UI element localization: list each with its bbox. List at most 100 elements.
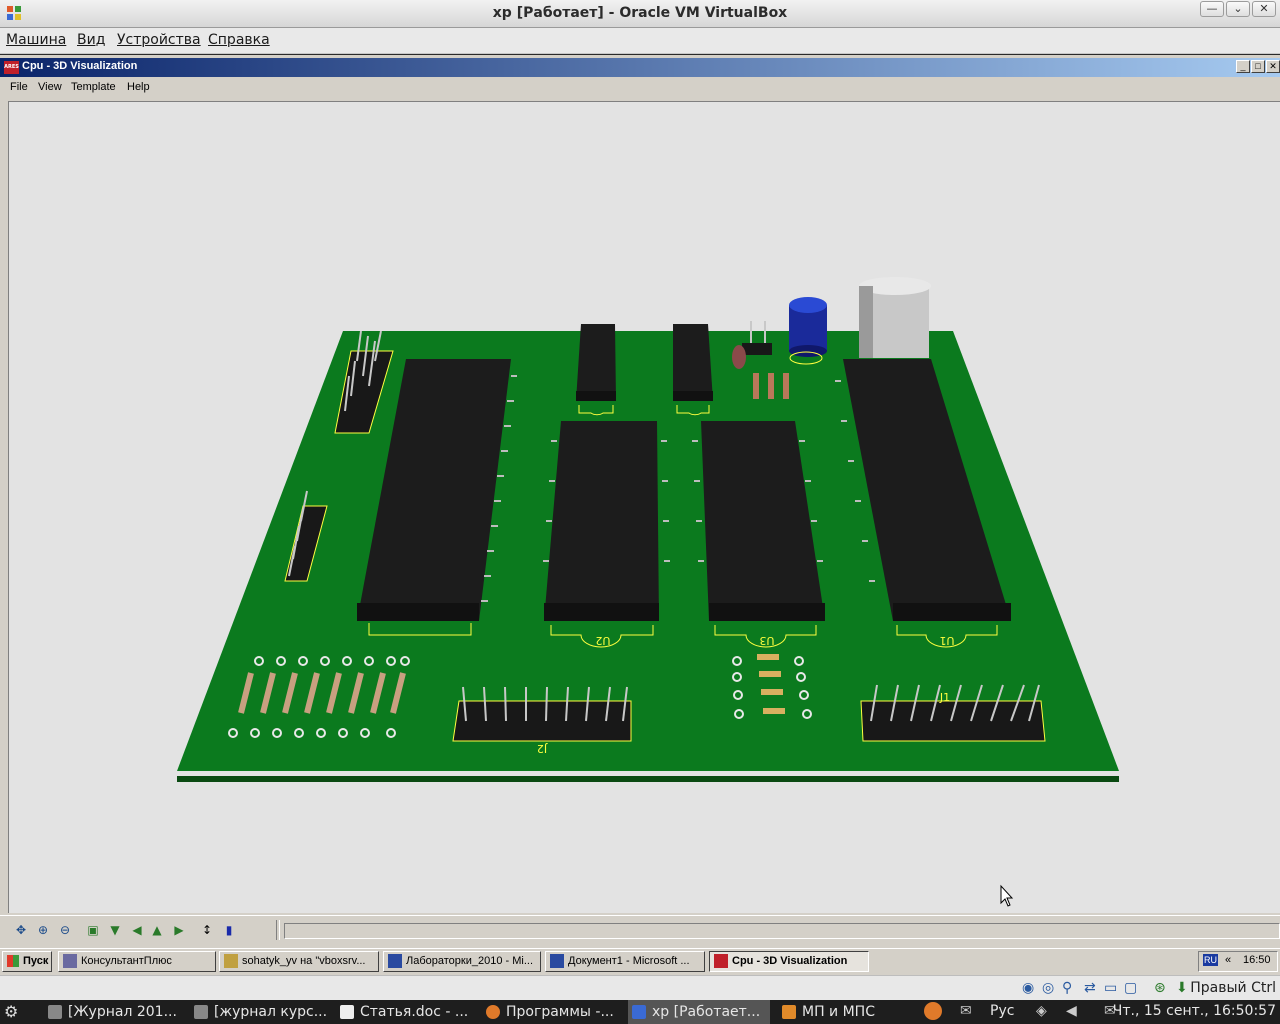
view-up-icon[interactable]: ▲ [148,921,166,939]
ic-u2: U2 [543,421,670,648]
word-icon [550,954,564,968]
folder-icon [782,1005,796,1019]
hdd-icon: ◉ [1022,980,1035,996]
folder-icon [224,954,238,968]
host-task-article[interactable]: Статья.doc - ... [336,1000,472,1024]
host-taskbar: ⚙ [Журнал 201... [журнал курс... Статья.… [0,1000,1280,1024]
label-j2: J2 [537,742,548,755]
label-u1: U1 [939,634,954,647]
host-language-indicator[interactable]: Рус [990,1003,1014,1019]
mouse-cursor [1000,884,1014,907]
host-task-label: МП и МПС [802,1004,875,1020]
host-task-folder[interactable]: МП и МПС [778,1000,898,1024]
document-icon [48,1005,62,1019]
app-window-title: Cpu - 3D Visualization [22,60,138,72]
document-icon [194,1005,208,1019]
start-label: Пуск [23,955,49,967]
host-menubar: Машина Вид Устройства Справка [0,28,1280,54]
host-close-button[interactable]: ✕ [1252,1,1276,17]
host-restore-button[interactable]: ⌄ [1226,1,1250,17]
host-minimize-button[interactable]: — [1200,1,1224,17]
volume-icon[interactable]: ◀ [1066,1003,1077,1019]
label-u3: U3 [759,634,774,647]
capacitor-electrolytic [789,297,827,365]
xp-task-cpu-3d[interactable]: Cpu - 3D Visualization [709,951,869,972]
host-task-label: [журнал курс... [214,1004,326,1020]
xp-task-document[interactable]: Документ1 - Microsoft ... [545,951,705,972]
cd-icon: ◎ [1042,980,1055,996]
host-menu-devices[interactable]: Устройства [117,32,201,48]
host-task-label: [Журнал 201... [68,1004,177,1020]
host-indicator-bar: ◉ ◎ ⚲ ▭ ⇄ ▢ ⊛ ⬇ Правый Ctrl [0,975,1280,1000]
xp-task-label: Лабораторки_2010 - Mi... [406,955,533,967]
app-icon [63,954,77,968]
height-icon[interactable]: ↕ [198,921,216,939]
virtualbox-icon [632,1005,646,1019]
host-titlebar: xp [Работает] - Oracle VM VirtualBox — ⌄… [0,0,1280,28]
app-maximize-button[interactable]: □ [1251,60,1265,73]
network-tray-icon[interactable]: ◈ [1036,1003,1047,1019]
tray-expand-button[interactable]: « [1225,954,1231,966]
host-task-journal-2[interactable]: [журнал курс... [190,1000,326,1024]
xp-task-label: Cpu - 3D Visualization [732,955,848,967]
xp-task-label: КонсультантПлюс [81,955,172,967]
mouse-integration-icon: ⊛ [1154,980,1166,996]
menu-help[interactable]: Help [127,81,150,93]
zoom-in-icon[interactable]: ⊕ [34,921,52,939]
host-task-label: Статья.doc - ... [360,1004,469,1020]
host-task-virtualbox[interactable]: xp [Работает... [628,1000,770,1024]
display-icon: ▢ [1124,980,1138,996]
guest-screen: ARES Cpu - 3D Visualization _ □ ✕ File V… [0,55,1280,975]
language-indicator[interactable]: RU [1203,954,1218,966]
host-menu-view[interactable]: Вид [77,32,105,48]
xp-clock: 16:50 [1243,954,1271,966]
rotate-left-icon[interactable]: ◀ [128,921,146,939]
xp-task-label: Документ1 - Microsoft ... [568,955,690,967]
app-menubar: File View Template Help [0,77,1280,97]
capacitor-ceramic [732,345,746,369]
xp-taskbar: Пуск КонсультантПлюс sohatyk_yv на "vbox… [0,948,1280,973]
xp-task-consultant[interactable]: КонсультантПлюс [58,951,216,972]
3d-viewport[interactable]: U2 U3 U1 J2 J1 [8,101,1280,913]
crystal-oscillator [859,277,931,358]
menu-file[interactable]: File [10,81,28,93]
pcb-board-edge [177,776,1119,782]
arrow-down-icon: ⬇ [1176,980,1188,996]
firefox-tray-icon[interactable] [924,1002,942,1020]
app-close-button[interactable]: ✕ [1266,60,1280,73]
host-task-label: Программы -... [506,1004,614,1020]
host-clock: Чт., 15 сент., 16:50:57 [1112,1003,1276,1019]
monitor-icon[interactable]: ▮ [220,921,238,939]
app-titlebar: ARES Cpu - 3D Visualization _ □ ✕ [0,58,1280,77]
status-field [284,923,1280,939]
ares-icon: ARES [4,61,19,74]
view-front-icon[interactable]: ▼ [106,921,124,939]
app-minimize-button[interactable]: _ [1236,60,1250,73]
gear-icon[interactable]: ⚙ [4,1002,18,1021]
host-task-label: xp [Работает... [652,1004,761,1020]
firefox-icon [486,1005,500,1019]
pan-icon[interactable]: ✥ [12,921,30,939]
view-top-icon[interactable]: ▣ [84,921,102,939]
host-task-journal-1[interactable]: [Журнал 201... [44,1000,178,1024]
rotate-right-icon[interactable]: ▶ [170,921,188,939]
mail-tray-icon[interactable]: ✉ [960,1003,972,1019]
xp-task-vboxsrv[interactable]: sohatyk_yv на "vboxsrv... [219,951,379,972]
start-button[interactable]: Пуск [2,951,52,972]
host-menu-machine[interactable]: Машина [6,32,66,48]
shared-folder-icon: ▭ [1104,980,1118,996]
host-menu-help[interactable]: Справка [208,32,270,48]
zoom-out-icon[interactable]: ⊖ [56,921,74,939]
menu-view[interactable]: View [38,81,62,93]
xp-system-tray: RU « 16:50 [1198,951,1278,972]
label-u2: U2 [595,634,610,647]
pcb-3d-render: U2 U3 U1 J2 J1 [177,277,1119,907]
xp-task-labs[interactable]: Лабораторки_2010 - Mi... [383,951,541,972]
menu-template[interactable]: Template [71,81,116,93]
xp-task-label: sohatyk_yv на "vboxsrv... [242,955,366,967]
network-icon: ⇄ [1084,980,1096,996]
resistor-group-top [753,373,789,399]
usb-icon: ⚲ [1062,980,1073,996]
host-task-firefox[interactable]: Программы -... [482,1000,618,1024]
host-window-title: xp [Работает] - Oracle VM VirtualBox [492,5,788,21]
